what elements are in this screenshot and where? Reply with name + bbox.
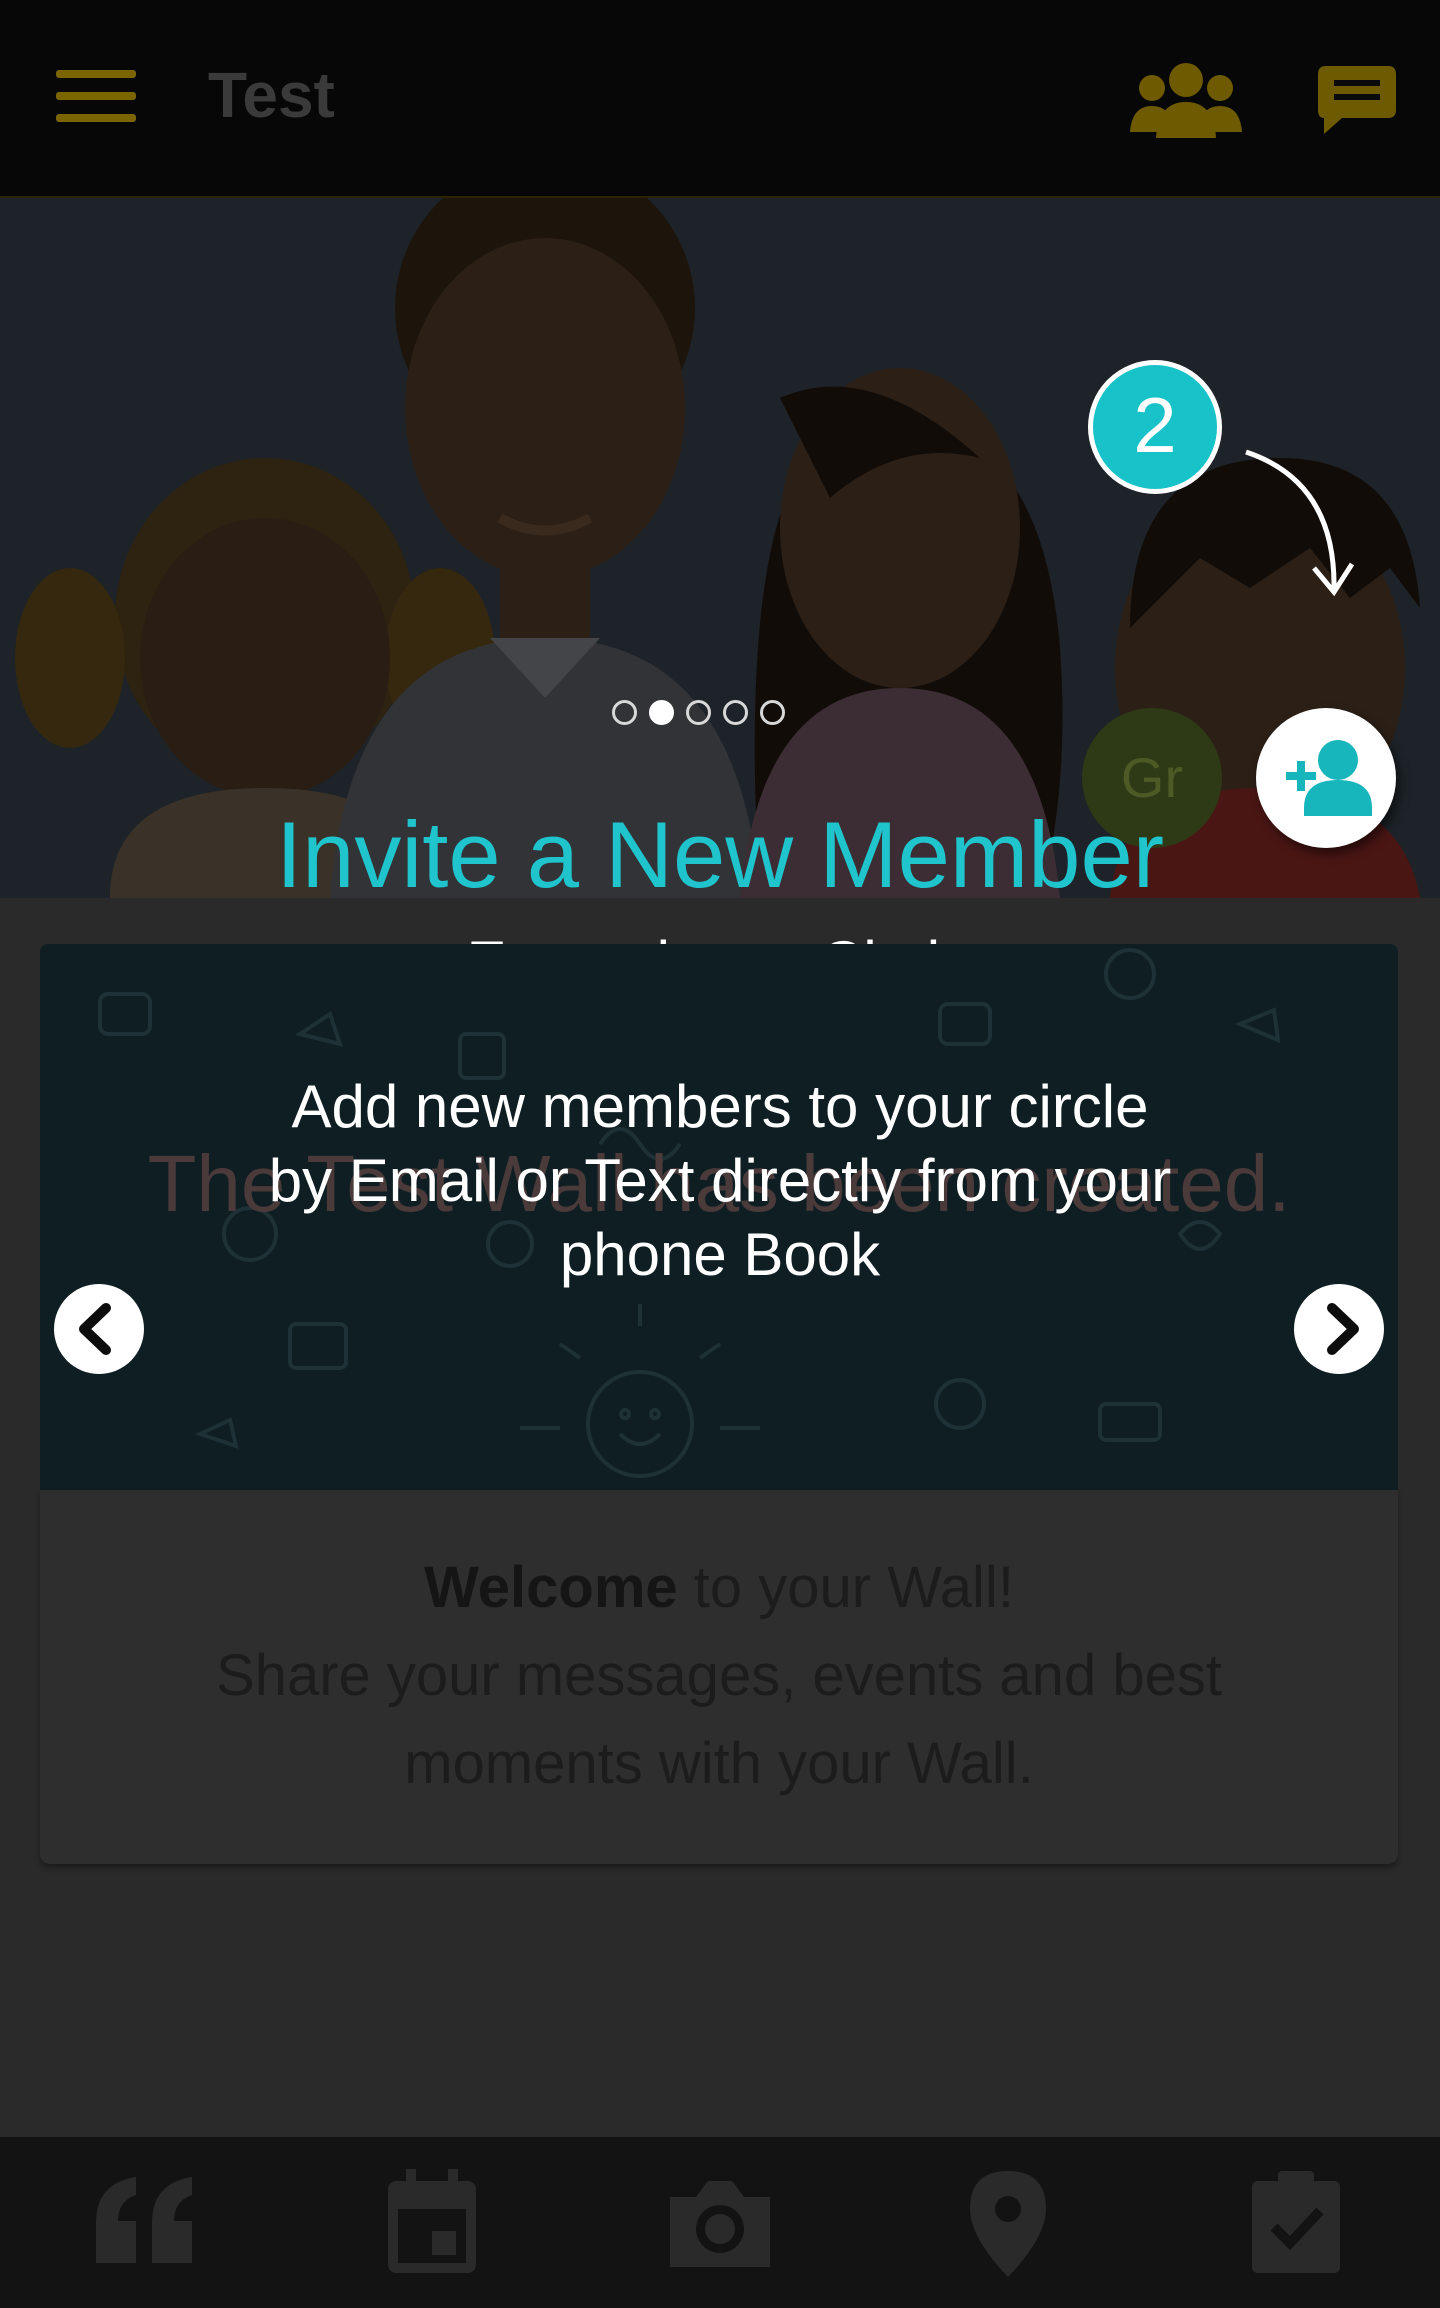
camera-icon[interactable]: [660, 2167, 780, 2277]
checklist-icon[interactable]: [1236, 2167, 1356, 2277]
welcome-line: moments with your Wall.: [404, 1731, 1034, 1796]
chevron-right-icon: [1327, 1303, 1359, 1355]
page-dot: [723, 700, 748, 725]
coach-title: Invite a New Member: [275, 802, 1165, 907]
welcome-bold-text: Welcome: [424, 1555, 678, 1620]
page-dot: [760, 700, 785, 725]
bottom-tab-bar: [0, 2137, 1440, 2308]
pointer-arrow-icon: [1245, 449, 1355, 597]
quote-icon[interactable]: [86, 2167, 206, 2277]
app-header: Test: [0, 0, 1440, 198]
next-button[interactable]: [1294, 1284, 1384, 1374]
coach-description: Add new members to your circle by Email …: [0, 1070, 1440, 1292]
hamburger-icon[interactable]: [56, 70, 136, 128]
previous-button[interactable]: [54, 1284, 144, 1374]
group-icon[interactable]: [1130, 58, 1242, 142]
welcome-card: Welcome to your Wall! Share your message…: [40, 1490, 1398, 1864]
hero-illustration: [0, 198, 1440, 898]
page-dot: [612, 700, 637, 725]
page-dot: [686, 700, 711, 725]
location-pin-icon[interactable]: [948, 2167, 1068, 2277]
coach-description-line: Add new members to your circle: [291, 1073, 1149, 1140]
page-title: Test: [208, 59, 335, 131]
step-number-badge: 2: [1088, 360, 1222, 494]
coach-description-line: phone Book: [559, 1221, 881, 1288]
welcome-line: Share your messages, events and best: [216, 1643, 1222, 1708]
coach-description-line: by Email or Text directly from your: [268, 1147, 1172, 1214]
page-indicator: [612, 700, 797, 730]
chat-icon[interactable]: [1318, 64, 1396, 136]
welcome-heading: Welcome to your Wall!: [40, 1544, 1398, 1632]
chevron-left-icon: [79, 1303, 111, 1355]
page-dot-active: [649, 700, 674, 725]
welcome-heading-rest: to your Wall!: [677, 1555, 1014, 1620]
calendar-icon[interactable]: [372, 2167, 492, 2277]
